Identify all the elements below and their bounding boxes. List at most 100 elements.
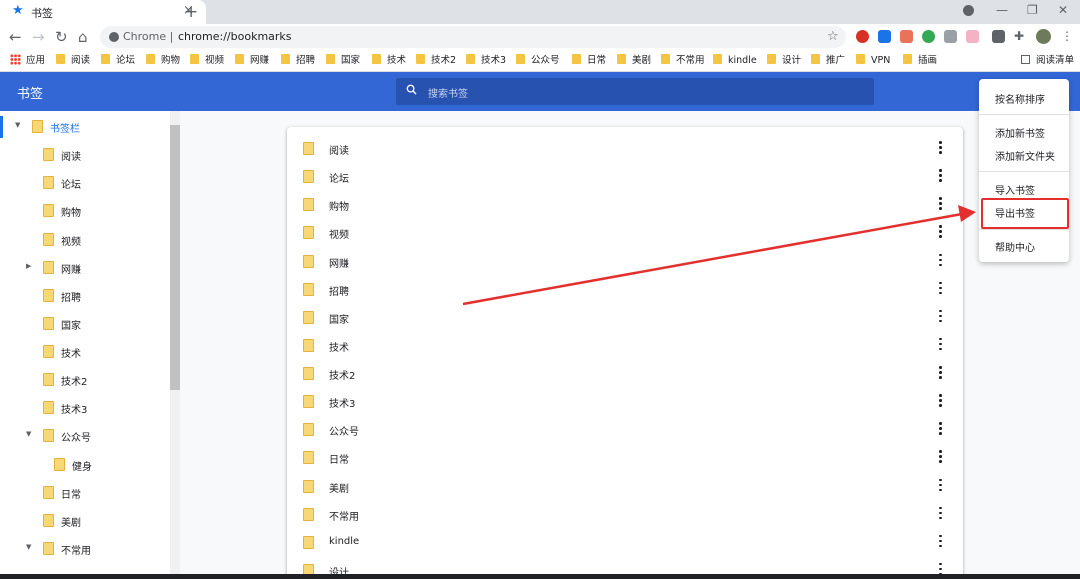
list-item[interactable]: 阅读 (287, 134, 963, 162)
sidebar-item[interactable]: 论坛 (0, 168, 170, 196)
bookmark-bar-item[interactable]: 网赚 (235, 54, 269, 68)
expand-arrow-icon[interactable]: ▼ (26, 543, 31, 551)
list-item[interactable]: 招聘 (287, 275, 963, 303)
list-item[interactable]: 网赚 (287, 247, 963, 275)
extension-icon[interactable] (900, 30, 913, 43)
list-item[interactable]: 日常 (287, 443, 963, 471)
sidebar-item[interactable]: 健身 (0, 450, 170, 478)
more-actions-icon[interactable] (936, 140, 944, 156)
sidebar-item[interactable]: 招聘 (0, 281, 170, 309)
more-actions-icon[interactable] (936, 253, 944, 269)
more-actions-icon[interactable] (936, 449, 944, 465)
sidebar-item[interactable]: 技术 (0, 337, 170, 365)
more-actions-icon[interactable] (936, 281, 944, 297)
extension-icon[interactable] (922, 30, 935, 43)
list-item[interactable]: 国家 (287, 303, 963, 331)
bookmark-bar-item[interactable]: kindle (713, 54, 757, 68)
more-actions-icon[interactable] (936, 224, 944, 240)
more-actions-icon[interactable] (936, 309, 944, 325)
more-actions-icon[interactable] (936, 337, 944, 353)
more-actions-icon[interactable] (936, 393, 944, 409)
avatar[interactable] (1036, 29, 1051, 44)
sidebar-item[interactable]: 阅读 (0, 140, 170, 168)
menu-add-folder[interactable]: 添加新文件夹 (995, 148, 1055, 163)
sidebar-item[interactable]: 视频 (0, 225, 170, 253)
restore-button[interactable]: ❐ (1027, 3, 1038, 17)
sidebar-item[interactable]: 日常 (0, 478, 170, 506)
search-input[interactable]: 搜索书签 (396, 78, 874, 105)
sidebar-item[interactable]: 美剧 (0, 506, 170, 534)
more-actions-icon[interactable] (936, 478, 944, 494)
menu-import-bookmarks[interactable]: 导入书签 (995, 182, 1035, 197)
opera-extension-icon[interactable] (856, 30, 869, 43)
address-bar[interactable]: Chrome | chrome://bookmarks ☆ (100, 26, 846, 48)
expand-arrow-icon[interactable]: ▼ (15, 121, 20, 129)
list-item[interactable]: 技术 (287, 331, 963, 359)
minimize-button[interactable]: — (996, 3, 1008, 17)
more-actions-icon[interactable] (936, 506, 944, 522)
back-button[interactable]: ← (9, 28, 22, 46)
bookmark-bar-item[interactable]: 技术3 (466, 54, 506, 68)
sidebar-scrollbar-thumb[interactable] (170, 125, 180, 390)
sidebar-item[interactable]: ▼ 不常用 (0, 534, 170, 562)
more-actions-icon[interactable] (936, 365, 944, 381)
bookmark-bar-item[interactable]: 视频 (190, 54, 224, 68)
sidebar-item[interactable]: ▶ 网赚 (0, 253, 170, 281)
extension-icon[interactable] (992, 30, 1005, 43)
url-text[interactable]: chrome://bookmarks (178, 30, 292, 43)
bookmark-bar-item[interactable]: 插画 (903, 54, 937, 68)
list-item[interactable]: 视频 (287, 218, 963, 246)
list-item[interactable]: 美剧 (287, 472, 963, 500)
menu-add-bookmark[interactable]: 添加新书签 (995, 125, 1045, 140)
bookmark-bar-item[interactable]: 论坛 (101, 54, 135, 68)
forward-button[interactable]: → (32, 28, 45, 46)
menu-dots-icon[interactable]: ⋮ (1061, 30, 1074, 43)
collapse-arrow-icon[interactable]: ▶ (26, 262, 31, 270)
home-button[interactable]: ⌂ (78, 28, 88, 46)
sidebar-item[interactable]: 技术3 (0, 393, 170, 421)
reading-list-button[interactable]: 阅读清单 (1021, 54, 1074, 68)
list-item[interactable]: 技术3 (287, 387, 963, 415)
bookmark-bar-item[interactable]: 日常 (572, 54, 606, 68)
extension-icon[interactable] (944, 30, 957, 43)
more-actions-icon[interactable] (936, 168, 944, 184)
apps-icon[interactable] (10, 54, 21, 65)
extension-icon[interactable] (878, 30, 891, 43)
more-actions-icon[interactable] (936, 421, 944, 437)
bookmark-bar-item[interactable]: 推广 (811, 54, 845, 68)
bookmark-bar-item[interactable]: 国家 (326, 54, 360, 68)
list-item[interactable]: 论坛 (287, 162, 963, 190)
sidebar-item[interactable]: ▼ 书签栏 (0, 112, 170, 140)
list-item[interactable]: 公众号 (287, 415, 963, 443)
bookmark-star-icon[interactable]: ☆ (827, 29, 839, 44)
reload-button[interactable]: ↻ (55, 28, 68, 46)
bookmark-bar-item[interactable]: 公众号 (516, 54, 560, 68)
bookmark-bar-item[interactable]: 技术 (372, 54, 406, 68)
more-actions-icon[interactable] (936, 534, 944, 550)
bookmark-apps[interactable]: 应用 (26, 54, 45, 68)
menu-help-center[interactable]: 帮助中心 (995, 239, 1035, 254)
sidebar-item[interactable]: ▼ 公众号 (0, 421, 170, 449)
list-item[interactable]: 购物 (287, 190, 963, 218)
list-item[interactable]: kindle (287, 528, 963, 556)
bookmark-bar-item[interactable]: 阅读 (56, 54, 90, 68)
bookmark-bar-item[interactable]: 购物 (146, 54, 180, 68)
bookmark-bar-item[interactable]: VPN (856, 54, 890, 68)
sidebar-item[interactable]: 技术2 (0, 365, 170, 393)
expand-arrow-icon[interactable]: ▼ (26, 430, 31, 438)
tab-bookmarks[interactable]: ★ 书签 × (0, 0, 206, 24)
bookmark-bar-item[interactable]: 招聘 (281, 54, 315, 68)
list-item[interactable]: 技术2 (287, 359, 963, 387)
profile-dot-icon[interactable] (963, 5, 974, 16)
bookmark-bar-item[interactable]: 美剧 (617, 54, 651, 68)
close-window-button[interactable]: ✕ (1058, 3, 1068, 17)
sidebar-item[interactable]: 国家 (0, 309, 170, 337)
bookmark-bar-item[interactable]: 技术2 (416, 54, 456, 68)
bookmark-bar-item[interactable]: 不常用 (661, 54, 705, 68)
sidebar-item[interactable]: 购物 (0, 196, 170, 224)
list-item[interactable]: 不常用 (287, 500, 963, 528)
bookmark-bar-item[interactable]: 设计 (767, 54, 801, 68)
more-actions-icon[interactable] (936, 196, 944, 212)
puzzle-icon[interactable]: ✚ (1014, 30, 1027, 43)
menu-sort-by-name[interactable]: 按名称排序 (995, 91, 1045, 106)
